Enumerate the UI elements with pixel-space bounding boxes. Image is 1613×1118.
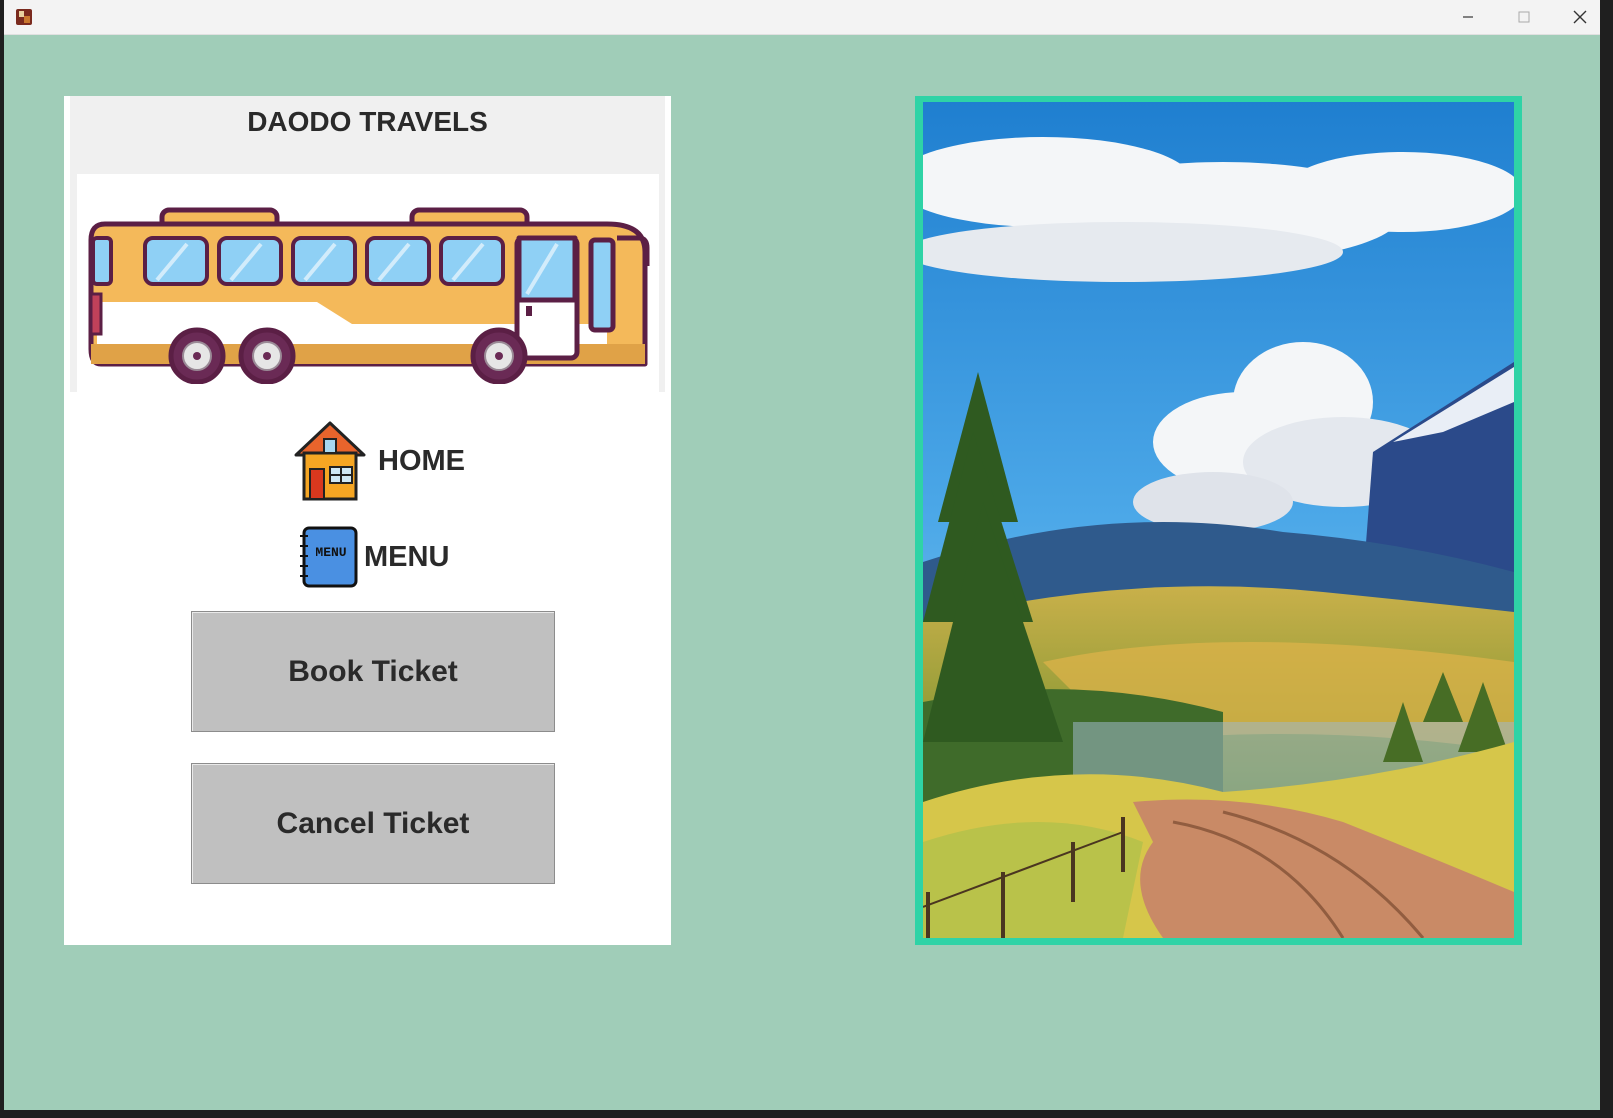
minimize-button[interactable] — [1440, 0, 1496, 34]
title-bar — [4, 0, 1600, 35]
minimize-icon — [1463, 16, 1473, 18]
maximize-button[interactable] — [1496, 0, 1552, 34]
home-label: HOME — [378, 444, 465, 477]
cancel-ticket-button[interactable]: Cancel Ticket — [191, 763, 555, 884]
app-icon — [16, 9, 32, 25]
home-nav[interactable]: HOME — [286, 416, 465, 506]
menu-nav[interactable]: MENU MENU — [300, 526, 449, 588]
landscape-illustration — [923, 102, 1514, 938]
scenery-image-frame — [915, 96, 1522, 945]
app-title: DAODO TRAVELS — [247, 106, 488, 137]
close-icon — [1573, 10, 1587, 24]
bus-image — [77, 174, 659, 392]
menu-label: MENU — [364, 540, 450, 573]
close-button[interactable] — [1552, 0, 1600, 34]
menu-icon-text: MENU — [315, 545, 346, 560]
book-ticket-button[interactable]: Book Ticket — [191, 611, 555, 732]
menu-book-icon: MENU — [300, 526, 358, 588]
menu-panel: DAODO TRAVELS HOME MENU MENU Book Ticket… — [64, 96, 671, 945]
app-window: DAODO TRAVELS HOME MENU MENU Book Ticket… — [4, 0, 1600, 1110]
maximize-icon — [1518, 11, 1530, 23]
house-icon — [294, 421, 366, 501]
bus-illustration — [88, 207, 650, 384]
